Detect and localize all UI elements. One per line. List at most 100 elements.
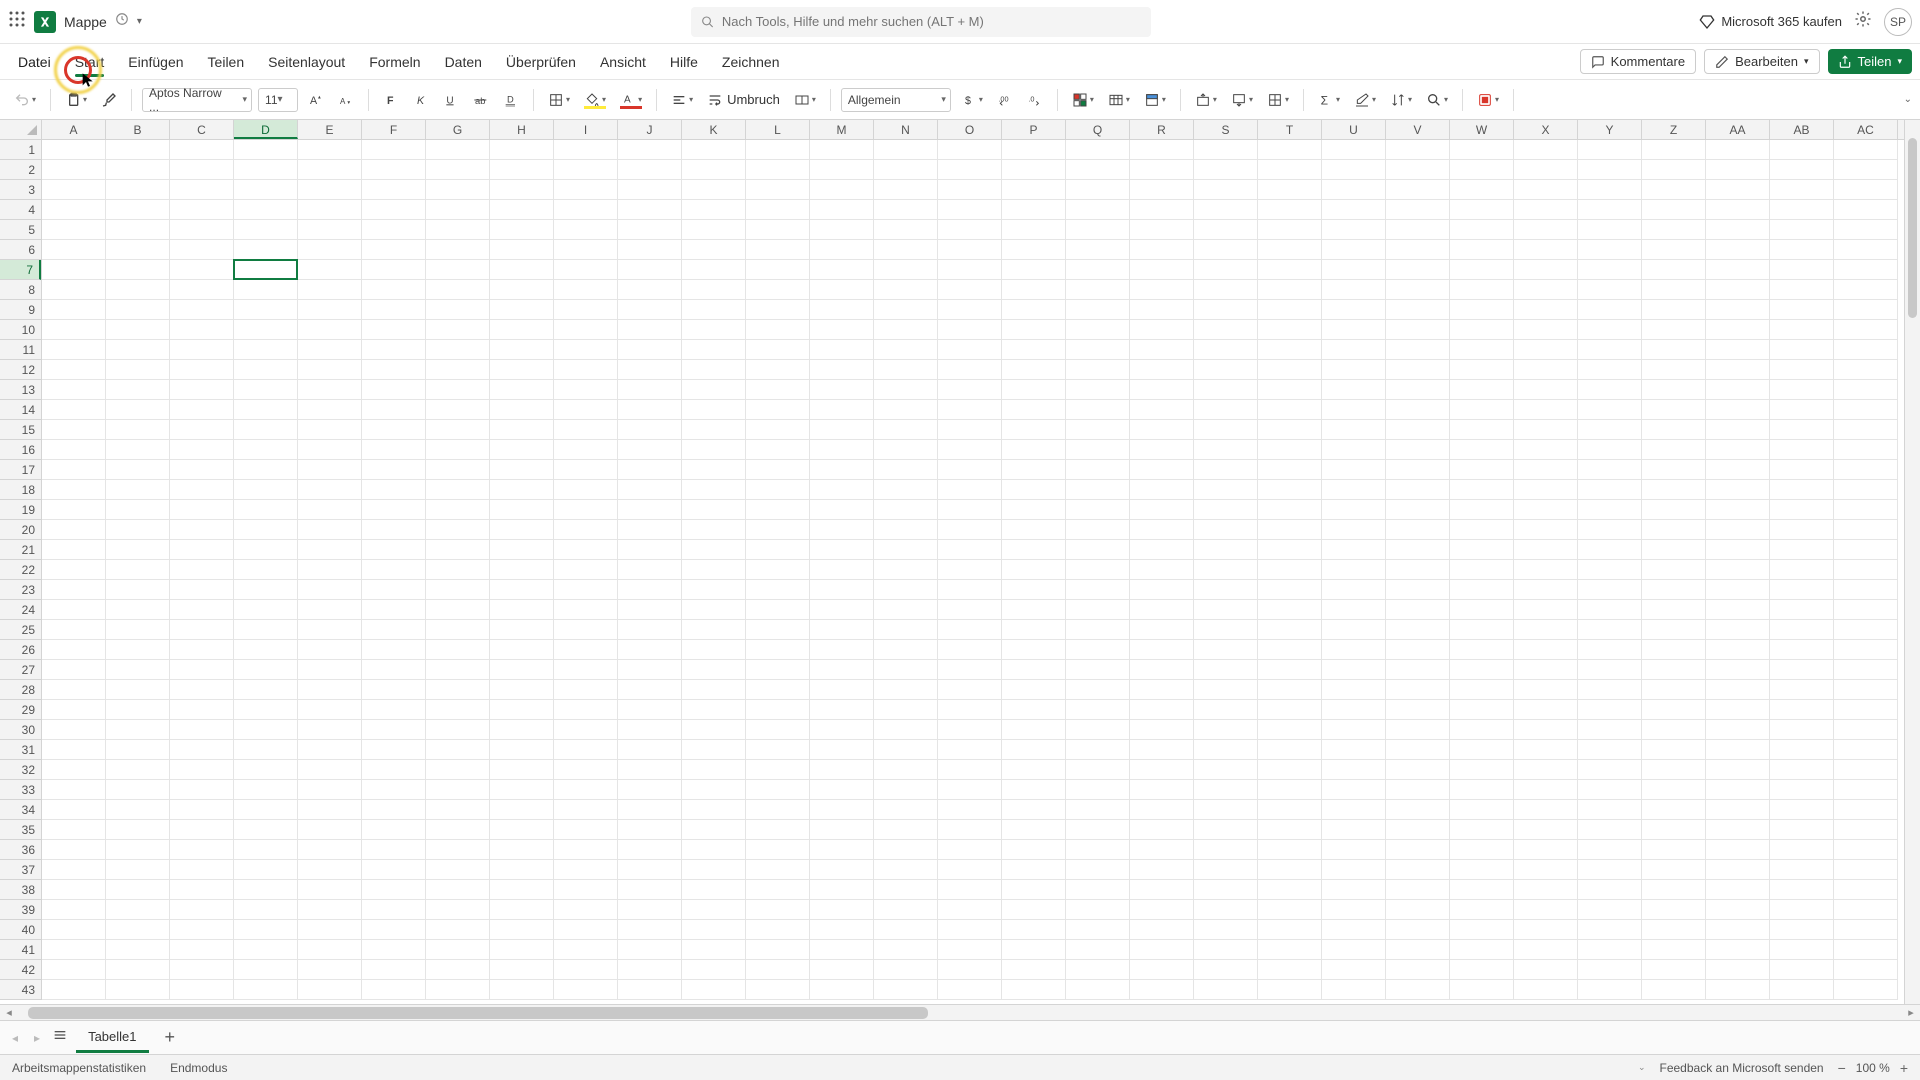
number-format-select[interactable]: Allgemein▾	[841, 88, 951, 112]
share-button[interactable]: Teilen ▾	[1828, 49, 1913, 74]
tab-einfügen[interactable]: Einfügen	[118, 48, 193, 76]
find-button[interactable]: ▾	[1422, 89, 1452, 111]
row-header[interactable]: 37	[0, 860, 41, 880]
column-header[interactable]: Y	[1578, 120, 1642, 139]
edit-mode-button[interactable]: Bearbeiten ▾	[1704, 49, 1819, 74]
font-family-select[interactable]: Aptos Narrow ...▾	[142, 88, 252, 112]
sheet-tab[interactable]: Tabelle1	[76, 1023, 148, 1053]
row-header[interactable]: 39	[0, 900, 41, 920]
horizontal-scroll-thumb[interactable]	[28, 1007, 928, 1019]
column-header[interactable]: W	[1450, 120, 1514, 139]
row-header[interactable]: 29	[0, 700, 41, 720]
sheet-nav-next-icon[interactable]: ▸	[30, 1027, 44, 1049]
column-header[interactable]: R	[1130, 120, 1194, 139]
underline-button[interactable]: U	[439, 89, 463, 111]
all-sheets-button[interactable]	[52, 1027, 68, 1048]
title-chevron-icon[interactable]: ▾	[137, 16, 142, 27]
column-header[interactable]: L	[746, 120, 810, 139]
scroll-right-icon[interactable]: ▸	[1902, 1006, 1920, 1019]
format-painter-button[interactable]	[97, 89, 121, 111]
row-header[interactable]: 7	[0, 260, 41, 280]
feedback-link[interactable]: Feedback an Microsoft senden	[1660, 1061, 1824, 1075]
row-header[interactable]: 34	[0, 800, 41, 820]
row-header[interactable]: 22	[0, 560, 41, 580]
scroll-left-icon[interactable]: ◂	[0, 1006, 18, 1019]
search-box[interactable]	[691, 7, 1151, 37]
row-header[interactable]: 8	[0, 280, 41, 300]
addins-button[interactable]: ▾	[1473, 89, 1503, 111]
fill-color-button[interactable]: ▾	[580, 89, 610, 111]
borders-button[interactable]: ▾	[544, 89, 574, 111]
row-header[interactable]: 30	[0, 720, 41, 740]
row-header[interactable]: 25	[0, 620, 41, 640]
column-header[interactable]: O	[938, 120, 1002, 139]
decrease-font-button[interactable]: A▾	[334, 89, 358, 111]
settings-button[interactable]	[1854, 10, 1872, 33]
row-header[interactable]: 28	[0, 680, 41, 700]
row-header[interactable]: 12	[0, 360, 41, 380]
row-header[interactable]: 13	[0, 380, 41, 400]
column-header[interactable]: G	[426, 120, 490, 139]
row-header[interactable]: 27	[0, 660, 41, 680]
row-header[interactable]: 17	[0, 460, 41, 480]
row-header[interactable]: 10	[0, 320, 41, 340]
row-header[interactable]: 20	[0, 520, 41, 540]
font-size-select[interactable]: 11▾	[258, 88, 298, 112]
row-header[interactable]: 40	[0, 920, 41, 940]
column-header[interactable]: E	[298, 120, 362, 139]
vertical-scroll-thumb[interactable]	[1908, 138, 1917, 318]
row-header[interactable]: 14	[0, 400, 41, 420]
row-header[interactable]: 23	[0, 580, 41, 600]
font-color-button[interactable]: A▾	[616, 89, 646, 111]
row-header[interactable]: 19	[0, 500, 41, 520]
column-header[interactable]: AB	[1770, 120, 1834, 139]
column-header[interactable]: P	[1002, 120, 1066, 139]
row-header[interactable]: 33	[0, 780, 41, 800]
column-header[interactable]: C	[170, 120, 234, 139]
column-header[interactable]: F	[362, 120, 426, 139]
decrease-decimal-button[interactable]: .0	[1023, 89, 1047, 111]
selected-cell[interactable]	[233, 259, 298, 280]
column-header[interactable]: S	[1194, 120, 1258, 139]
column-header[interactable]: V	[1386, 120, 1450, 139]
cell-styles-button[interactable]: ▾	[1140, 89, 1170, 111]
row-header[interactable]: 16	[0, 440, 41, 460]
tab-daten[interactable]: Daten	[435, 48, 492, 76]
column-header[interactable]: AA	[1706, 120, 1770, 139]
comments-button[interactable]: Kommentare	[1580, 49, 1696, 74]
row-header[interactable]: 18	[0, 480, 41, 500]
tab-teilen[interactable]: Teilen	[198, 48, 255, 76]
row-header[interactable]: 26	[0, 640, 41, 660]
save-status-icon[interactable]	[115, 12, 129, 31]
delete-cells-button[interactable]: ▾	[1227, 89, 1257, 111]
search-input[interactable]	[722, 14, 1141, 29]
column-header[interactable]: M	[810, 120, 874, 139]
row-header[interactable]: 38	[0, 880, 41, 900]
conditional-format-button[interactable]: ▾	[1068, 89, 1098, 111]
sheet-nav-prev-icon[interactable]: ◂	[8, 1027, 22, 1049]
cells-area[interactable]	[42, 140, 1920, 1020]
column-header[interactable]: K	[682, 120, 746, 139]
column-header[interactable]: J	[618, 120, 682, 139]
tab-zeichnen[interactable]: Zeichnen	[712, 48, 790, 76]
column-header[interactable]: B	[106, 120, 170, 139]
row-header[interactable]: 2	[0, 160, 41, 180]
tab-hilfe[interactable]: Hilfe	[660, 48, 708, 76]
horizontal-scrollbar[interactable]: ◂ ▸	[0, 1004, 1920, 1020]
app-launcher-icon[interactable]	[8, 10, 26, 33]
row-header[interactable]: 9	[0, 300, 41, 320]
row-header[interactable]: 1	[0, 140, 41, 160]
ribbon-expand-icon[interactable]: ⌄	[1904, 94, 1912, 105]
increase-font-button[interactable]: A▴	[304, 89, 328, 111]
row-header[interactable]: 36	[0, 840, 41, 860]
currency-button[interactable]: $▾	[957, 89, 987, 111]
format-table-button[interactable]: ▾	[1104, 89, 1134, 111]
insert-cells-button[interactable]: ▾	[1191, 89, 1221, 111]
row-header[interactable]: 11	[0, 340, 41, 360]
tab-datei[interactable]: Datei	[8, 48, 61, 76]
zoom-out-button[interactable]: −	[1838, 1060, 1846, 1076]
tab-seitenlayout[interactable]: Seitenlayout	[258, 48, 355, 76]
workbook-stats-label[interactable]: Arbeitsmappenstatistiken	[12, 1061, 146, 1075]
bold-button[interactable]: F	[379, 89, 403, 111]
undo-button[interactable]: ▾	[10, 89, 40, 111]
